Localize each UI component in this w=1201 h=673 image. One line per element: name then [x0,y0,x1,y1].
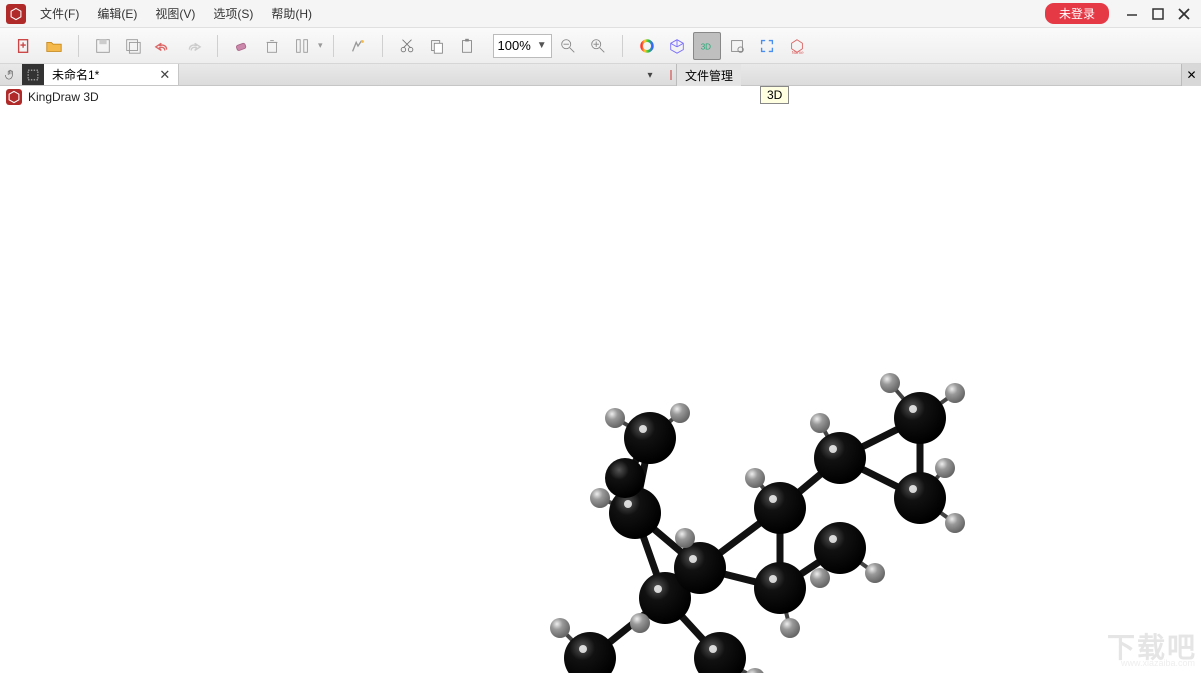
zoom-select[interactable]: 100% ▼ [493,34,552,58]
cube-icon[interactable] [663,32,691,60]
color-ring-icon[interactable] [633,32,661,60]
marquee-tool-icon[interactable] [22,64,44,85]
document-tab-bar: 未命名1* ✕ ▾ 文件管理 ✕ 3D [0,64,1201,86]
3d-view-button[interactable]: 3D [693,32,721,60]
menu-file[interactable]: 文件(F) [38,3,81,24]
title-bar: 文件(F) 编辑(E) 视图(V) 选项(S) 帮助(H) 未登录 [0,0,1201,28]
app-logo-small-icon [6,89,22,105]
cut-icon[interactable] [393,32,421,60]
menu-options[interactable]: 选项(S) [211,3,255,24]
hand-tool-icon[interactable] [0,64,22,85]
menu-edit[interactable]: 编辑(E) [95,3,139,24]
copy-icon[interactable] [423,32,451,60]
login-status-pill[interactable]: 未登录 [1045,3,1109,24]
undo-icon[interactable] [149,32,177,60]
panel-close-icon[interactable]: ✕ [1181,64,1201,86]
eraser-icon[interactable] [228,32,256,60]
app-logo-icon [6,4,26,24]
clean-icon[interactable] [344,32,372,60]
menu-help[interactable]: 帮助(H) [269,3,314,24]
tooltip-3d: 3D [760,86,789,104]
main-toolbar: ▾ 100% ▼ 3D Name [0,28,1201,64]
zoom-value: 100% [498,38,531,53]
document-tab-label: 未命名1* [52,66,99,83]
document-tab[interactable]: 未命名1* ✕ [44,64,179,85]
zoom-out-icon[interactable] [554,32,582,60]
name-tool-icon[interactable]: Name [783,32,811,60]
menu-view[interactable]: 视图(V) [153,3,197,24]
open-folder-icon[interactable] [40,32,68,60]
minimize-button[interactable] [1121,3,1143,25]
tab-close-icon[interactable]: ✕ [159,67,170,83]
zoom-in-icon[interactable] [584,32,612,60]
chevron-down-icon: ▼ [537,40,547,51]
tab-dropdown-icon[interactable]: ▾ [640,70,660,81]
main-menu: 文件(F) 编辑(E) 视图(V) 选项(S) 帮助(H) [38,3,314,24]
svg-text:Name: Name [791,50,804,55]
redo-icon[interactable] [179,32,207,60]
3d-canvas[interactable]: 下载吧 www.xiazaiba.com [0,108,1201,668]
watermark-url: www.xiazaiba.com [1121,658,1195,668]
fullscreen-icon[interactable] [753,32,781,60]
trash-icon[interactable] [258,32,286,60]
close-button[interactable] [1173,3,1195,25]
save-icon[interactable] [89,32,117,60]
molecule-render [480,328,1010,673]
new-file-icon[interactable] [10,32,38,60]
subwindow-tab: KingDraw 3D [0,86,1201,108]
properties-icon[interactable] [723,32,751,60]
subwindow-title: KingDraw 3D [28,90,99,104]
save-as-icon[interactable] [119,32,147,60]
maximize-button[interactable] [1147,3,1169,25]
window-controls [1121,3,1195,25]
paste-icon[interactable] [453,32,481,60]
file-manager-label: 文件管理 [685,67,733,84]
file-manager-tab[interactable]: 文件管理 [676,64,741,86]
align-icon[interactable] [288,32,316,60]
svg-text:3D: 3D [700,42,710,51]
